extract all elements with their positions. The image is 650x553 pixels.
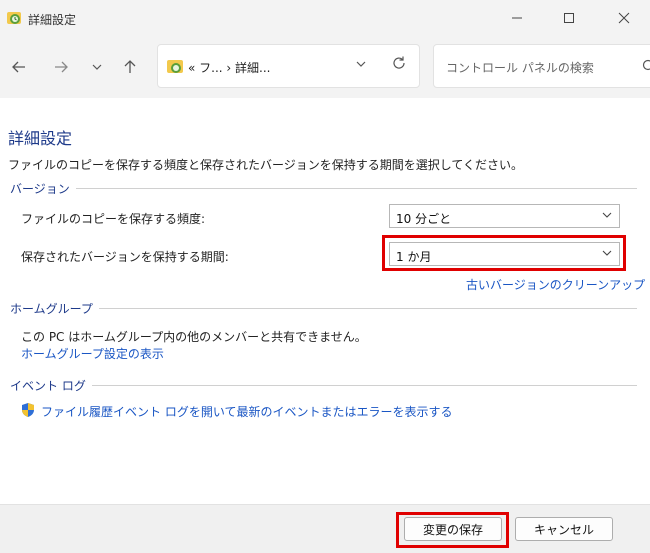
cancel-button[interactable]: キャンセル bbox=[515, 517, 613, 541]
homegroup-settings-link[interactable]: ホームグループ設定の表示 bbox=[21, 345, 164, 362]
forward-button[interactable] bbox=[50, 56, 72, 78]
homegroup-group-label: ホームグループ bbox=[10, 300, 99, 317]
event-log-link[interactable]: ファイル履歴イベント ログを開いて最新のイベントまたはエラーを表示する bbox=[41, 403, 452, 420]
search-icon[interactable] bbox=[642, 59, 650, 77]
homegroup-divider bbox=[10, 308, 637, 309]
refresh-icon[interactable] bbox=[391, 55, 407, 75]
close-icon bbox=[618, 12, 630, 24]
file-history-icon bbox=[6, 10, 22, 26]
title-bar: 詳細設定 bbox=[0, 0, 650, 36]
frequency-value: 10 分ごと bbox=[396, 210, 451, 227]
arrow-right-icon bbox=[53, 59, 69, 75]
address-dropdown-icon[interactable] bbox=[355, 58, 367, 73]
versions-divider bbox=[10, 188, 637, 189]
eventlog-divider bbox=[10, 385, 637, 386]
retention-label: 保存されたバージョンを保持する期間: bbox=[21, 248, 229, 265]
breadcrumb[interactable]: « フ... › 詳細... bbox=[188, 59, 270, 76]
control-panel-icon bbox=[166, 58, 184, 76]
uac-shield-icon bbox=[21, 402, 35, 418]
retention-highlight-box bbox=[382, 235, 626, 271]
intro-text: ファイルのコピーを保存する頻度と保存されたバージョンを保持する期間を選択してくだ… bbox=[8, 156, 523, 173]
window-title: 詳細設定 bbox=[28, 11, 76, 28]
frequency-select[interactable]: 10 分ごと bbox=[389, 204, 620, 228]
homegroup-text: この PC はホームグループ内の他のメンバーと共有できません。 bbox=[21, 328, 367, 345]
frequency-label: ファイルのコピーを保存する頻度: bbox=[21, 210, 205, 227]
maximize-button[interactable] bbox=[557, 8, 581, 28]
maximize-icon bbox=[563, 12, 575, 24]
chevron-down-icon bbox=[91, 61, 103, 73]
versions-group-label: バージョン bbox=[10, 180, 76, 197]
page-title: 詳細設定 bbox=[8, 125, 72, 149]
address-bar[interactable]: « フ... › 詳細... bbox=[157, 44, 420, 88]
arrow-up-icon bbox=[122, 59, 138, 75]
chevron-down-icon bbox=[602, 210, 612, 223]
minimize-icon bbox=[511, 12, 523, 24]
navigation-bar: « フ... › 詳細... コントロール パネルの検索 bbox=[0, 36, 650, 98]
recent-locations-button[interactable] bbox=[86, 56, 108, 78]
up-button[interactable] bbox=[119, 56, 141, 78]
back-button[interactable] bbox=[8, 56, 30, 78]
cleanup-versions-link[interactable]: 古いバージョンのクリーンアップ bbox=[466, 276, 645, 293]
close-button[interactable] bbox=[612, 8, 636, 28]
eventlog-group-label: イベント ログ bbox=[10, 377, 92, 394]
arrow-left-icon bbox=[11, 59, 27, 75]
save-highlight-box bbox=[396, 512, 509, 548]
search-box[interactable]: コントロール パネルの検索 bbox=[433, 44, 650, 88]
minimize-button[interactable] bbox=[505, 8, 529, 28]
search-input[interactable]: コントロール パネルの検索 bbox=[446, 59, 594, 76]
